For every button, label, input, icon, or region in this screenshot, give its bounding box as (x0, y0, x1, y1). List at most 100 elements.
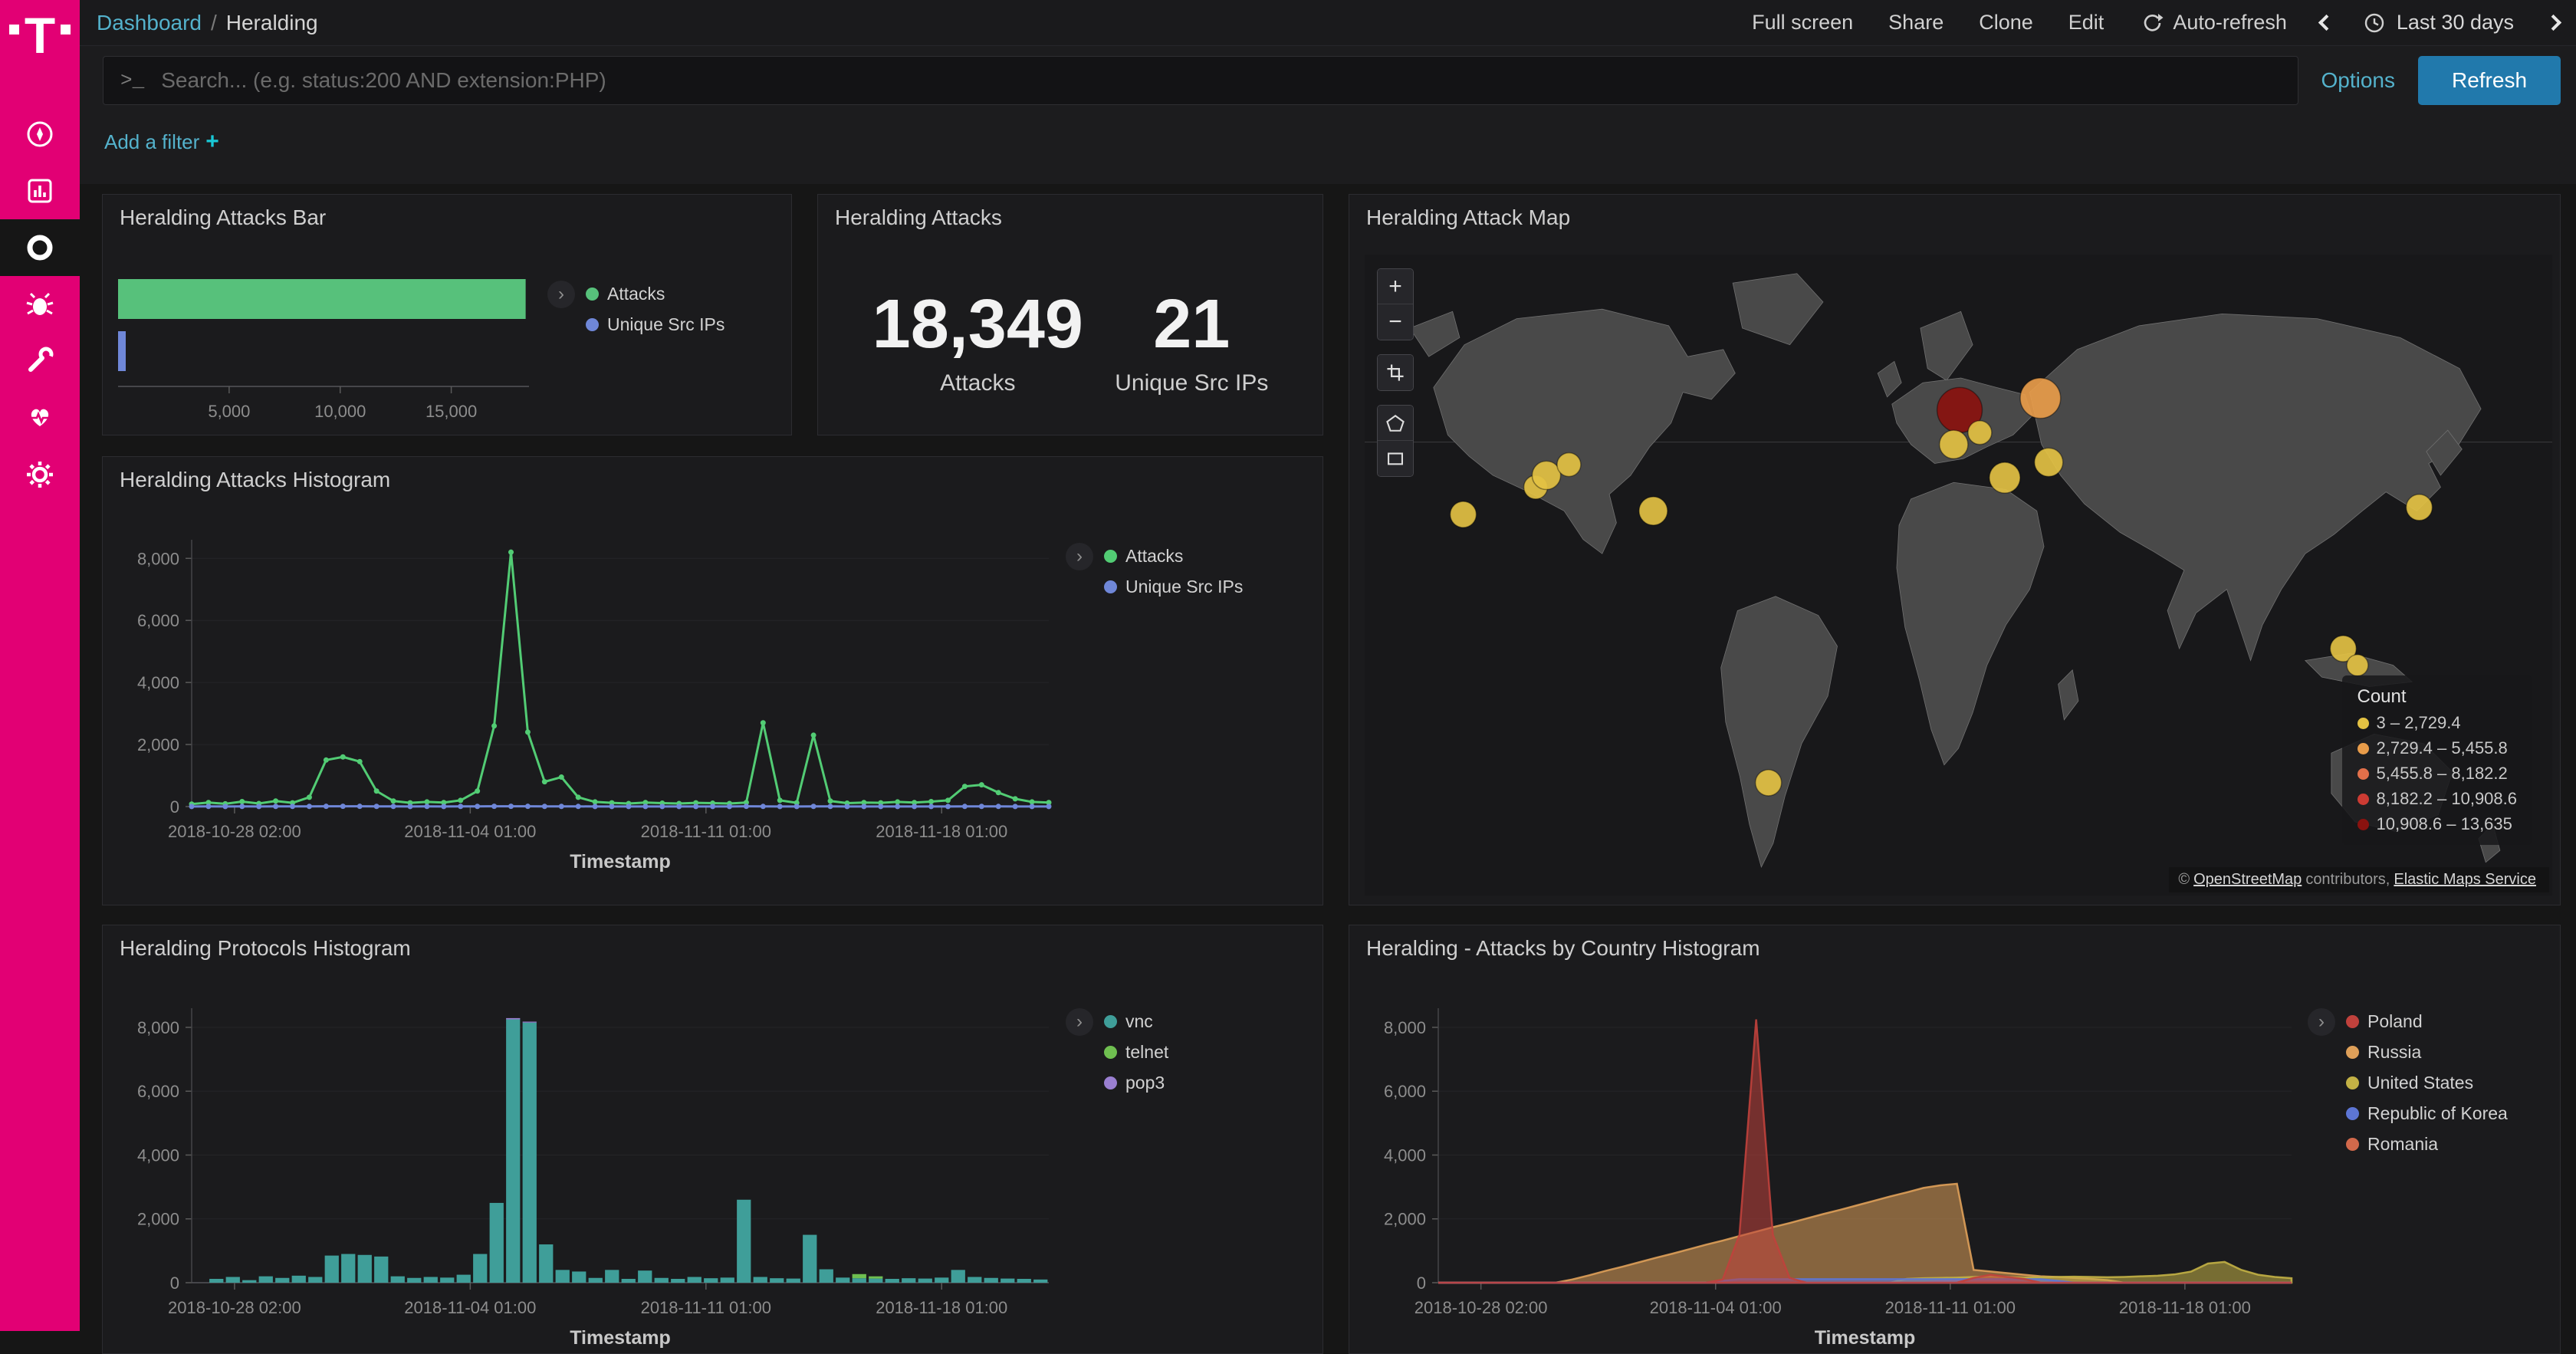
sidebar-item-visualize[interactable] (0, 163, 80, 219)
svg-text:15,000: 15,000 (426, 402, 477, 421)
sidebar-item-management[interactable] (0, 446, 80, 503)
sidebar-item-dashboard[interactable] (0, 219, 80, 276)
sidebar-item-devtools[interactable] (0, 333, 80, 389)
attack-map-marker[interactable] (1756, 770, 1782, 796)
attacks-histogram-chart[interactable]: 02,0004,0006,0008,0002018-10-28 02:00201… (109, 524, 1060, 877)
search-input[interactable]: >_ (103, 56, 2298, 105)
map-legend-range: 2,729.4 – 5,455.8 (2377, 738, 2508, 758)
attack-map-marker[interactable] (1532, 461, 1560, 489)
heartbeat-icon (23, 401, 57, 435)
legend-label: telnet (1125, 1042, 1168, 1063)
time-forward-button[interactable] (2548, 17, 2559, 28)
page-header: Dashboard / Heralding Full screen Share … (80, 0, 2576, 184)
map-controls: + − (1377, 268, 1414, 477)
share-button[interactable]: Share (1888, 11, 1944, 35)
attack-map-marker[interactable] (1940, 430, 1968, 458)
openstreetmap-link[interactable]: OpenStreetMap (2193, 871, 2302, 888)
legend-item[interactable]: Romania (2346, 1134, 2508, 1155)
sidebar-item-discover[interactable] (0, 106, 80, 163)
legend-color-dot (2346, 1015, 2359, 1028)
svg-text:2018-10-28 02:00: 2018-10-28 02:00 (168, 822, 301, 841)
legend-label: Republic of Korea (2367, 1103, 2508, 1124)
attacks-bar-chart[interactable]: 5,00010,00015,000 (112, 268, 541, 426)
map-polygon-tool-button[interactable] (1378, 406, 1413, 441)
legend-item[interactable]: telnet (1104, 1042, 1168, 1063)
attack-map-marker[interactable] (1557, 453, 1581, 477)
dashboard-ring-icon (23, 231, 57, 265)
attack-map-marker[interactable] (2406, 495, 2432, 521)
svg-text:2018-11-11 01:00: 2018-11-11 01:00 (641, 1298, 771, 1317)
map-zoom-out-button[interactable]: − (1378, 304, 1413, 340)
refresh-button[interactable]: Refresh (2418, 56, 2561, 105)
bar-chart-icon (23, 174, 57, 208)
country-histogram-chart[interactable]: 02,0004,0006,0008,0002018-10-28 02:00201… (1355, 993, 2302, 1353)
svg-text:2,000: 2,000 (137, 1210, 179, 1229)
map-legend-title: Count (2358, 686, 2518, 708)
attack-map-marker[interactable] (1990, 462, 2020, 493)
refresh-cycle-icon (2141, 12, 2164, 35)
metric-value: 21 (1115, 285, 1268, 364)
svg-text:6,000: 6,000 (137, 1082, 179, 1101)
map-fit-data-button[interactable] (1378, 355, 1413, 390)
legend-item[interactable]: Unique Src IPs (586, 314, 724, 335)
continent-alaska (1410, 311, 1460, 357)
legend-toggle[interactable]: › (2308, 1008, 2335, 1036)
elastic-maps-service-link[interactable]: Elastic Maps Service (2394, 871, 2536, 888)
svg-text:8,000: 8,000 (1384, 1018, 1426, 1037)
legend-item[interactable]: Attacks (1104, 546, 1243, 567)
breadcrumb-dashboard-link[interactable]: Dashboard (97, 11, 202, 35)
legend-color-dot (1104, 1046, 1117, 1059)
map-zoom-in-button[interactable]: + (1378, 269, 1413, 304)
chart-legend: › Attacks Unique Src IPs (1066, 543, 1243, 597)
sidebar-item-bug[interactable] (0, 276, 80, 333)
svg-text:2018-11-04 01:00: 2018-11-04 01:00 (404, 822, 536, 841)
legend-item[interactable]: pop3 (1104, 1073, 1168, 1093)
metric-label: Attacks (872, 370, 1083, 396)
legend-item[interactable]: Republic of Korea (2346, 1103, 2508, 1124)
legend-item[interactable]: United States (2346, 1073, 2508, 1093)
legend-item[interactable]: Poland (2346, 1011, 2508, 1032)
attack-map-marker[interactable] (1451, 501, 1477, 527)
svg-text:5,000: 5,000 (208, 402, 250, 421)
legend-item[interactable]: Unique Src IPs (1104, 577, 1243, 597)
map-attribution: ©OpenStreetMapcontributors,Elastic Maps … (2169, 867, 2549, 892)
full-screen-button[interactable]: Full screen (1752, 11, 1853, 35)
legend-toggle[interactable]: › (1066, 543, 1093, 570)
legend-item[interactable]: vnc (1104, 1011, 1168, 1032)
search-input-field[interactable] (159, 67, 2280, 94)
time-range-picker[interactable]: Last 30 days (2363, 11, 2514, 35)
panel-heralding-attacks-bar: Heralding Attacks Bar 5,00010,00015,000 … (102, 194, 792, 435)
legend-item[interactable]: Attacks (586, 284, 724, 304)
sidebar-item-monitoring[interactable] (0, 389, 80, 446)
edit-button[interactable]: Edit (2068, 11, 2104, 35)
map-rectangle-tool-button[interactable] (1378, 441, 1413, 476)
map-legend-range: 3 – 2,729.4 (2377, 713, 2461, 733)
telekom-logo[interactable]: T (0, 0, 80, 84)
terminal-prompt-icon: >_ (120, 69, 144, 92)
map-legend-row: 5,455.8 – 8,182.2 (2358, 764, 2518, 784)
time-back-button[interactable] (2321, 17, 2332, 28)
legend-toggle[interactable]: › (1066, 1008, 1093, 1036)
attack-map-marker[interactable] (2347, 655, 2368, 676)
attack-map-marker[interactable] (1968, 421, 1992, 445)
map-legend-color-dot (2358, 718, 2369, 729)
attack-map-marker[interactable] (2035, 448, 2063, 476)
add-filter-link[interactable]: Add a filter+ (104, 130, 219, 153)
legend-item[interactable]: Russia (2346, 1042, 2508, 1063)
attack-map-marker[interactable] (2020, 378, 2061, 419)
chart-legend: › Attacks Unique Src IPs (547, 281, 724, 335)
continent-greenland (1733, 274, 1823, 345)
continent-madagascar (2058, 670, 2078, 720)
legend-label: Unique Src IPs (607, 314, 724, 335)
svg-text:Timestamp: Timestamp (1815, 1327, 1916, 1349)
options-link[interactable]: Options (2321, 68, 2396, 93)
map-legend-range: 8,182.2 – 10,908.6 (2377, 789, 2518, 809)
plus-icon: + (205, 129, 219, 154)
clone-button[interactable]: Clone (1979, 11, 2033, 35)
auto-refresh-button[interactable]: Auto-refresh (2141, 11, 2287, 35)
attack-map[interactable]: + − Count 3 – 2,729.4 2,729.4 – 5,455.8 5,… (1365, 255, 2552, 896)
svg-text:4,000: 4,000 (137, 673, 179, 692)
attack-map-marker[interactable] (1639, 497, 1668, 525)
legend-toggle[interactable]: › (547, 281, 575, 308)
protocols-histogram-chart[interactable]: 02,0004,0006,0008,0002018-10-28 02:00201… (109, 993, 1060, 1353)
